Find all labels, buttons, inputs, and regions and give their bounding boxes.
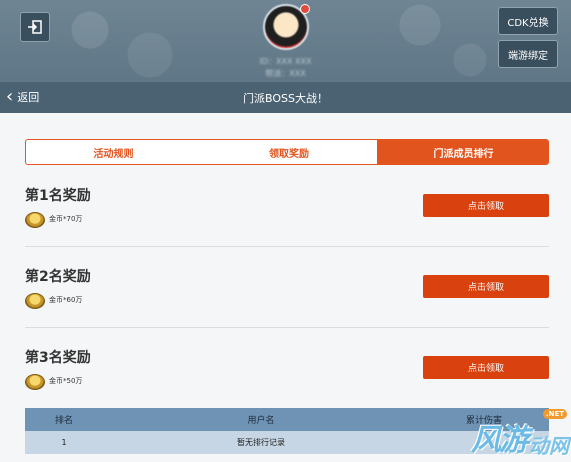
watermark-subtext: 动网 <box>529 434 569 458</box>
watermark-badge: .NET <box>542 409 567 419</box>
page-title: 门派BOSS大战！ <box>243 92 328 105</box>
exit-icon <box>28 20 42 34</box>
gold-coin-icon <box>25 212 45 228</box>
username-cell: 暂无排行记录 <box>237 438 285 447</box>
claim-button[interactable]: 点击领取 <box>423 356 549 379</box>
site-watermark: 风游 动网 .NET <box>471 409 569 459</box>
reward-amount: 金币*60万 <box>49 296 83 304</box>
column-header-username: 用户名 <box>247 416 275 426</box>
gold-coin-icon <box>25 374 45 390</box>
reward-title: 第1名奖励 <box>25 188 91 204</box>
divider <box>25 246 549 247</box>
pc-bind-button[interactable]: 端游绑定 <box>498 40 558 68</box>
watermark-text: 风游 <box>471 423 529 458</box>
top-header: ID：XXX XXX 帮派：XXX CDK兑换 端游绑定 <box>0 0 571 82</box>
cdk-exchange-button[interactable]: CDK兑换 <box>498 7 558 35</box>
tab-bar: 活动规则 领取奖励 门派成员排行 <box>25 139 549 165</box>
divider <box>25 327 549 328</box>
gold-coin-icon <box>25 293 45 309</box>
reward-title: 第3名奖励 <box>25 350 91 366</box>
exit-button[interactable] <box>20 12 50 42</box>
tab-claim-rewards[interactable]: 领取奖励 <box>201 140 377 164</box>
tab-rules[interactable]: 活动规则 <box>26 140 201 164</box>
tab-member-ranking[interactable]: 门派成员排行 <box>377 140 548 164</box>
claim-button[interactable]: 点击领取 <box>423 194 549 217</box>
claim-button[interactable]: 点击领取 <box>423 275 549 298</box>
reward-row: 第1名奖励 金币*70万 点击领取 <box>25 185 549 265</box>
reward-row: 第2名奖励 金币*60万 点击领取 <box>25 266 549 346</box>
reward-title: 第2名奖励 <box>25 269 91 285</box>
column-header-rank: 排名 <box>54 416 73 426</box>
reward-amount: 金币*50万 <box>49 377 83 385</box>
notification-badge <box>300 4 310 14</box>
user-id-text: ID：XXX XXX <box>259 57 312 66</box>
reward-amount: 金币*70万 <box>49 215 83 223</box>
rank-cell: 1 <box>61 438 67 447</box>
user-guild-text: 帮派：XXX <box>265 69 306 78</box>
nav-bar: ‹ 返回 门派BOSS大战！ <box>0 82 571 113</box>
